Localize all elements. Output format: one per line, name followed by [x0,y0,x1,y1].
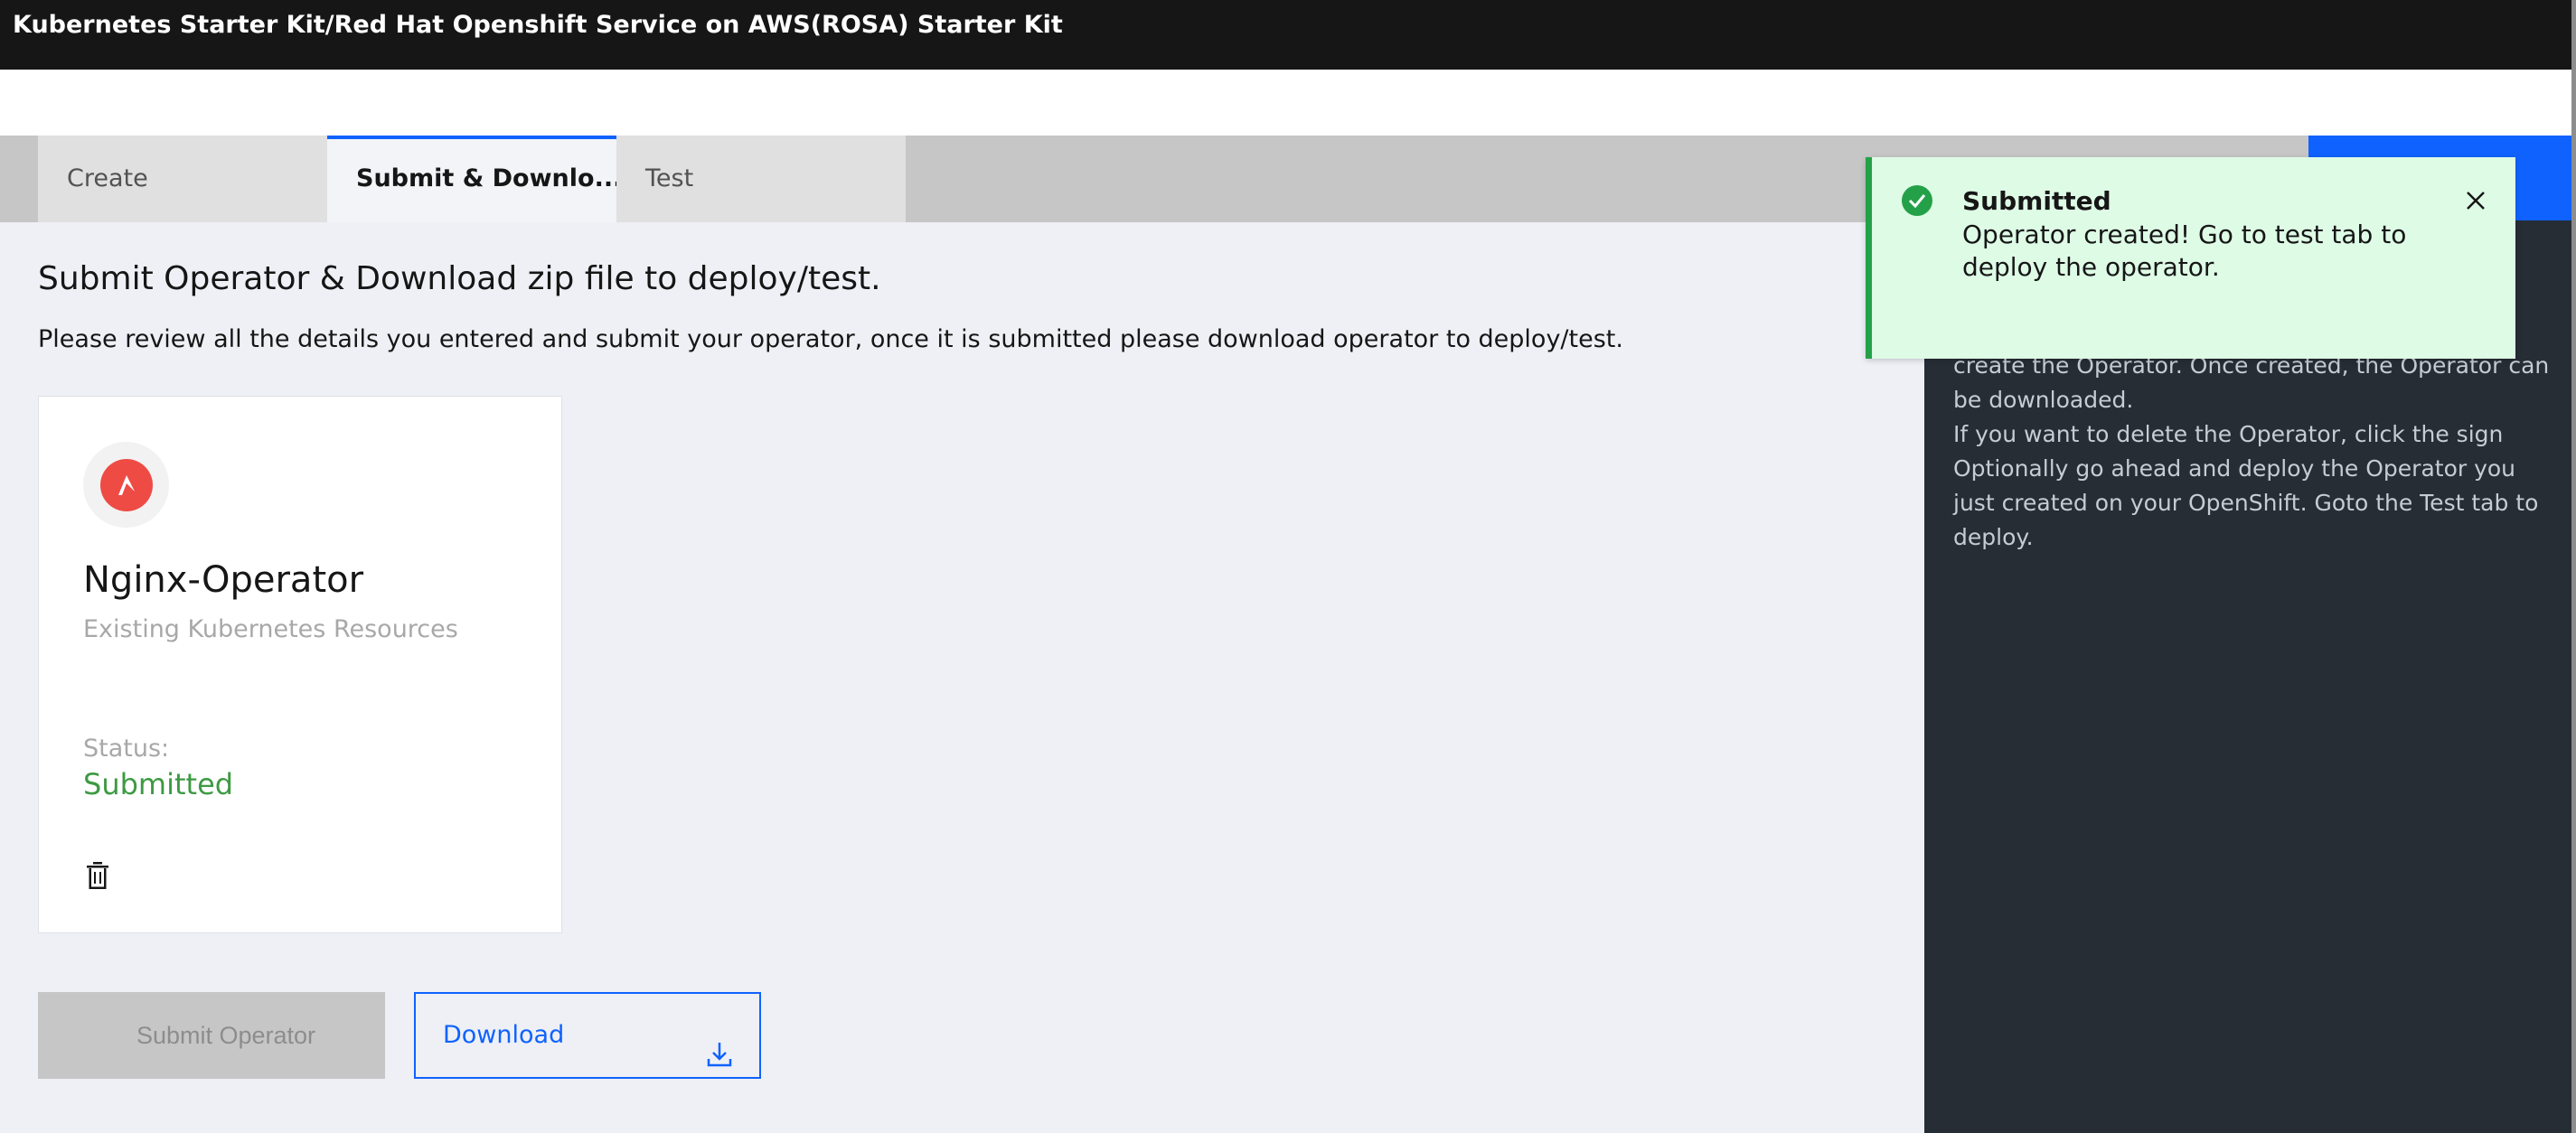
download-label: Download [443,1021,565,1049]
page-description: Please review all the details you entere… [38,325,1623,353]
header-spacer [0,70,2576,136]
avatar [83,442,169,528]
status-value: Submitted [83,767,234,801]
app-title-bar: Kubernetes Starter Kit/Red Hat Openshift… [0,0,2576,70]
page-scrollbar[interactable] [2571,0,2576,1133]
help-line-create: create the Operator. Once created, the O… [1953,352,2550,413]
toast-message: Operator created! Go to test tab to depl… [1962,220,2407,282]
page-heading: Submit Operator & Download zip file to d… [38,260,881,297]
toast-title: Submitted [1962,186,2111,216]
tab-create[interactable]: Create [38,136,327,222]
download-icon [704,1021,735,1067]
app-title: Kubernetes Starter Kit/Red Hat Openshift… [13,11,1063,39]
close-icon[interactable] [2459,184,2492,217]
checkmark-filled-icon [1901,184,1933,217]
operator-name: Nginx-Operator [83,559,364,601]
ansible-logo-icon [99,458,153,511]
help-line-deploy: Optionally go ahead and deploy the Opera… [1953,455,2539,550]
operator-card: Nginx-Operator Existing Kubernetes Resou… [38,396,562,933]
success-toast: Submitted Operator created! Go to test t… [1866,157,2515,359]
help-line-delete: If you want to delete the Operator, clic… [1953,421,2504,447]
tab-submit-download[interactable]: Submit & Downlo... [327,136,616,222]
download-button[interactable]: Download [414,992,761,1079]
submit-operator-button[interactable]: Submit Operator [38,992,385,1079]
status-label: Status: [83,735,170,763]
operator-type: Existing Kubernetes Resources [83,615,458,643]
trash-icon[interactable] [84,860,111,891]
tab-test[interactable]: Test [616,136,906,222]
